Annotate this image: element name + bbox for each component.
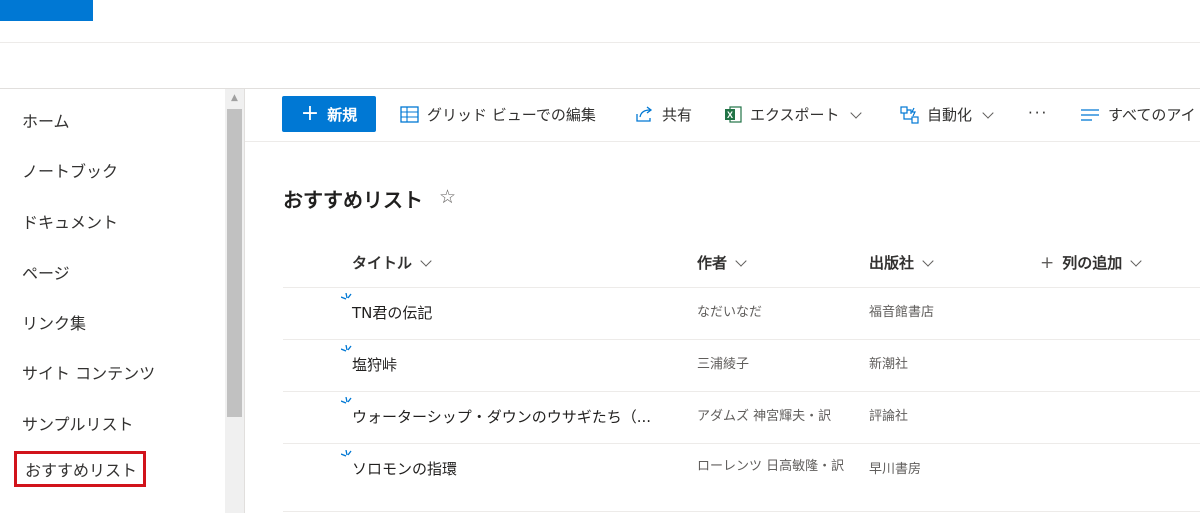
- column-header-author[interactable]: 作者: [697, 252, 749, 273]
- divider: [283, 391, 1200, 392]
- export-label: エクスポート: [750, 106, 840, 124]
- divider: [244, 89, 245, 513]
- grid-icon: [400, 106, 419, 123]
- scrollbar-thumb[interactable]: [227, 109, 242, 417]
- row-title-link[interactable]: ソロモンの指環: [352, 458, 457, 479]
- divider: [283, 443, 1200, 444]
- star-icon[interactable]: ☆: [439, 186, 456, 208]
- excel-icon: X: [724, 106, 742, 123]
- more-options-button[interactable]: ···: [1028, 104, 1048, 122]
- sidebar-scrollbar[interactable]: ▲: [225, 89, 244, 513]
- divider: [283, 287, 1200, 288]
- share-icon: [635, 106, 654, 123]
- new-button-label: 新規: [327, 105, 358, 124]
- sidebar-item-links[interactable]: リンク集: [22, 310, 86, 334]
- sidebar-item-documents[interactable]: ドキュメント: [22, 209, 118, 233]
- left-navigation: ホーム ノートブック ドキュメント ページ リンク集 サイト コンテンツ サンプ…: [0, 89, 225, 513]
- row-author: アダムズ 神宮輝夫・訳: [697, 409, 832, 424]
- column-header-publisher[interactable]: 出版社: [869, 252, 936, 273]
- plus-icon: +: [300, 101, 320, 126]
- sidebar-item-notebook[interactable]: ノートブック: [22, 158, 118, 182]
- chevron-down-icon: [849, 106, 862, 119]
- row-author: なだいなだ: [697, 305, 763, 320]
- grid-edit-label: グリッド ビューでの編集: [427, 106, 596, 124]
- view-label: すべてのアイ: [1108, 106, 1196, 124]
- column-header-publisher-label: 出版社: [869, 254, 915, 272]
- divider: [283, 511, 1200, 512]
- app-launcher-block[interactable]: [0, 0, 93, 21]
- plus-icon: +: [1040, 252, 1055, 273]
- scroll-up-arrow-icon[interactable]: ▲: [225, 89, 244, 107]
- row-publisher: 早川書房: [869, 462, 922, 477]
- row-title-link[interactable]: TN君の伝記: [352, 302, 432, 323]
- column-header-title[interactable]: タイトル: [352, 252, 434, 273]
- sidebar-item-recommended-list[interactable]: おすすめリスト: [14, 451, 147, 487]
- new-button[interactable]: + 新規: [282, 96, 376, 132]
- row-title-link[interactable]: ウォーターシップ・ダウンのウサギたち（...: [352, 406, 651, 427]
- divider: [283, 339, 1200, 340]
- chevron-down-icon: [1130, 254, 1142, 267]
- chevron-down-icon: [420, 254, 432, 267]
- export-button[interactable]: X エクスポート: [724, 104, 864, 125]
- row-author: 三浦綾子: [697, 357, 750, 372]
- column-header-title-label: タイトル: [352, 254, 413, 272]
- grid-edit-button[interactable]: グリッド ビューでの編集: [400, 104, 596, 125]
- command-bar: + 新規 グリッド ビューでの編集 共有 X エクスポート 自動化 ··· すべ…: [245, 89, 1200, 142]
- sidebar-item-home[interactable]: ホーム: [22, 108, 70, 132]
- column-header-author-label: 作者: [697, 254, 728, 272]
- automate-button[interactable]: 自動化: [900, 104, 996, 125]
- share-button[interactable]: 共有: [635, 104, 692, 125]
- automate-label: 自動化: [927, 106, 973, 124]
- share-label: 共有: [662, 106, 693, 124]
- svg-text:X: X: [727, 110, 733, 120]
- add-column-label: 列の追加: [1062, 254, 1123, 272]
- row-publisher: 福音館書店: [869, 305, 935, 320]
- sidebar-item-pages[interactable]: ページ: [22, 260, 70, 284]
- chevron-down-icon: [735, 254, 747, 267]
- add-column-button[interactable]: + 列の追加: [1040, 252, 1144, 273]
- page-title: おすすめリスト: [283, 188, 423, 212]
- view-lines-icon: [1080, 108, 1100, 122]
- row-publisher: 評論社: [869, 409, 909, 424]
- row-publisher: 新潮社: [869, 357, 909, 372]
- more-icon: ···: [1028, 104, 1049, 122]
- view-selector-button[interactable]: すべてのアイ: [1080, 104, 1196, 125]
- row-author: ローレンツ 日高敏隆・訳: [697, 459, 845, 474]
- sidebar-item-site-contents[interactable]: サイト コンテンツ: [22, 360, 155, 384]
- chevron-down-icon: [982, 106, 994, 119]
- row-title-link[interactable]: 塩狩峠: [352, 354, 397, 375]
- chevron-down-icon: [922, 254, 934, 267]
- automate-icon: [900, 105, 919, 124]
- sidebar-item-sample-list[interactable]: サンプルリスト: [22, 411, 134, 435]
- site-header-band: [0, 43, 1200, 89]
- suite-bar: [0, 0, 1200, 43]
